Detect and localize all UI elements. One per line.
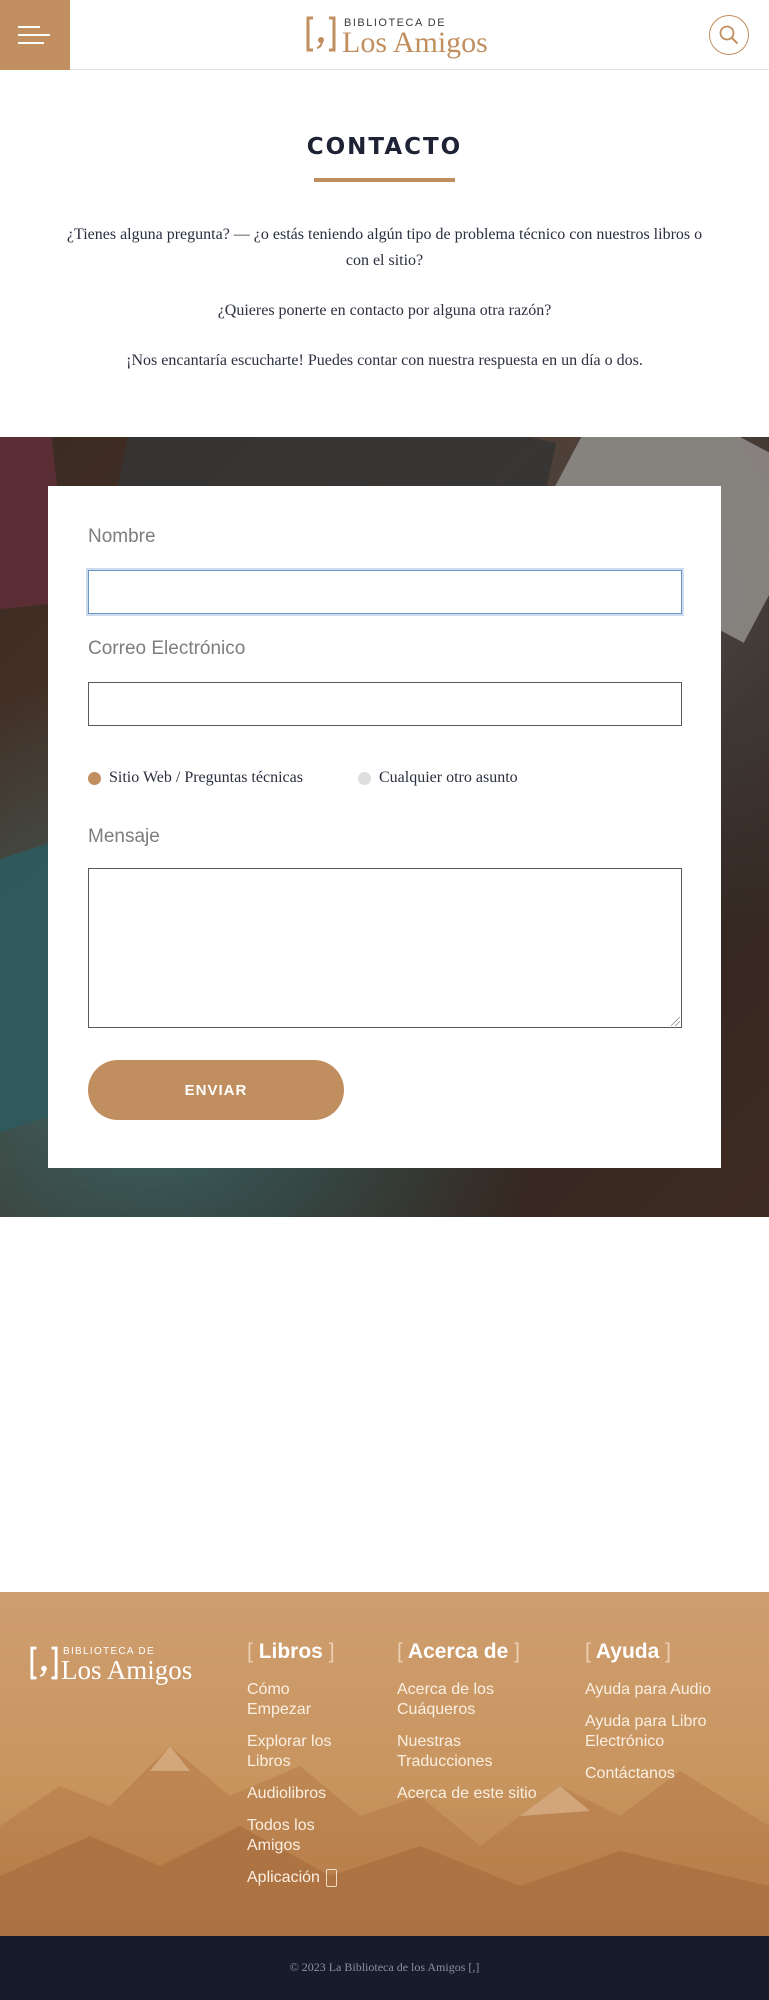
site-logo[interactable]: BIBLIOTECA DE Los Amigos (306, 14, 498, 58)
footer-link-contactanos[interactable]: Contáctanos (585, 1764, 745, 1784)
footer-link-ayuda-libro[interactable]: Ayuda para Libro Electrónico (585, 1712, 745, 1752)
hamburger-menu-icon[interactable] (0, 0, 70, 70)
logo-big-text: Los Amigos (342, 26, 488, 59)
footer-link-cuaqueros[interactable]: Acerca de los Cuáqueros (397, 1680, 547, 1720)
footer-logo[interactable]: BIBLIOTECA DE Los Amigos (30, 1644, 200, 1684)
name-label: Nombre (88, 526, 156, 547)
site-header: BIBLIOTECA DE Los Amigos (0, 0, 769, 70)
copyright-text: © 2023 La Biblioteca de los Amigos [,] (289, 1960, 480, 1974)
email-label: Correo Electrónico (88, 638, 246, 659)
submit-button[interactable]: ENVIAR (88, 1060, 344, 1120)
footer-heading-ayuda: [ Ayuda ] (585, 1640, 671, 1663)
search-icon[interactable] (709, 15, 749, 55)
footer-link-todos-amigos[interactable]: Todos los Amigos (247, 1816, 357, 1856)
footer-link-explorar-libros[interactable]: Explorar los Libros (247, 1732, 357, 1772)
footer-heading-acerca: [ Acerca de ] (397, 1640, 520, 1663)
contact-form: Nombre Correo Electrónico Sitio Web / Pr… (48, 486, 721, 1168)
intro-paragraph-1: ¿Tienes alguna pregunta? — ¿o estás teni… (66, 226, 703, 269)
footer-link-aplicacion: Aplicación (247, 1869, 320, 1886)
footer-link-ayuda-audio[interactable]: Ayuda para Audio (585, 1680, 745, 1700)
footer-logo-bracket-icon (30, 1646, 58, 1680)
email-input[interactable] (88, 682, 682, 726)
footer-link-audiolibros[interactable]: Audiolibros (247, 1784, 357, 1804)
radio-selected-icon (88, 771, 101, 785)
site-footer: BIBLIOTECA DE Los Amigos [ Libros ] Cómo… (0, 1592, 769, 1936)
radio-other-topic-label: Cualquier otro asunto (379, 769, 518, 786)
radio-website-technical[interactable]: Sitio Web / Preguntas técnicas (88, 768, 303, 788)
intro-paragraph-2: ¿Quieres ponerte en contacto por alguna … (217, 302, 552, 319)
footer-link-traducciones[interactable]: Nuestras Traducciones (397, 1732, 547, 1772)
title-underline (314, 178, 455, 182)
message-label: Mensaje (88, 826, 160, 847)
footer-link-este-sitio[interactable]: Acerca de este sitio (397, 1784, 547, 1804)
intro-paragraph-3: ¡Nos encantaría escucharte! Puedes conta… (126, 352, 643, 369)
message-textarea[interactable] (88, 868, 682, 1028)
footer-heading-libros: [ Libros ] (247, 1640, 335, 1663)
phone-icon (325, 1868, 337, 1887)
footer-column-libros: [ Libros ] Cómo Empezar Explorar los Lib… (247, 1640, 357, 1900)
footer-logo-big-text: Los Amigos (61, 1655, 193, 1685)
radio-other-topic[interactable]: Cualquier otro asunto (358, 768, 518, 788)
footer-column-acerca: [ Acerca de ] Acerca de los Cuáqueros Nu… (397, 1640, 547, 1816)
logo-bracket-icon (306, 16, 336, 52)
radio-unselected-icon (358, 771, 371, 785)
page-title: CONTACTO (306, 134, 463, 160)
resize-grip-icon[interactable] (671, 1017, 680, 1026)
footer-link-como-empezar[interactable]: Cómo Empezar (247, 1680, 357, 1720)
copyright-bar: © 2023 La Biblioteca de los Amigos [,] (0, 1936, 769, 2000)
name-input[interactable] (88, 570, 682, 614)
footer-column-ayuda: [ Ayuda ] Ayuda para Audio Ayuda para Li… (585, 1640, 745, 1796)
footer-link-aplicacion-wrapper[interactable]: Aplicación (247, 1868, 357, 1888)
radio-website-technical-label: Sitio Web / Preguntas técnicas (109, 769, 303, 786)
